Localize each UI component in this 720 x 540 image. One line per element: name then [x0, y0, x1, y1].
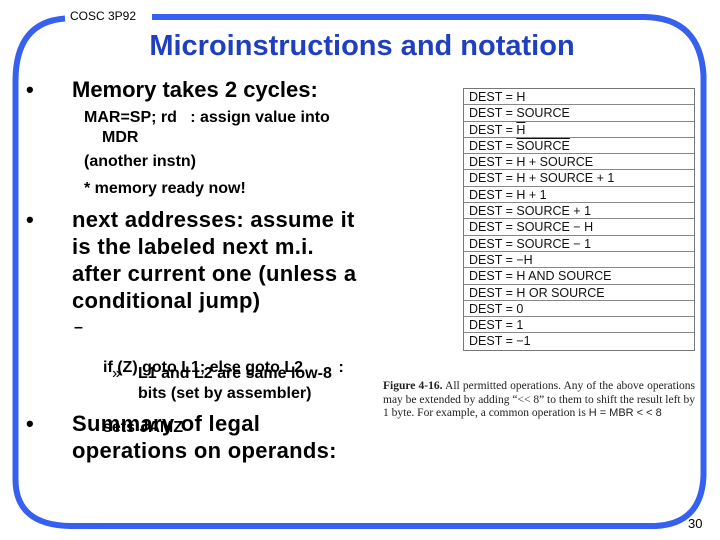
operation-row: DEST = SOURCE − H: [464, 219, 694, 236]
operation-dest: DEST =: [469, 301, 517, 316]
operation-expr: H + 1: [516, 187, 547, 202]
operation-expr: SOURCE − H: [516, 220, 594, 235]
operation-row: DEST = 0: [464, 301, 694, 318]
operation-dest: DEST =: [469, 236, 517, 251]
operation-dest: DEST =: [469, 318, 517, 333]
bullet-line: operations on operands:: [72, 438, 337, 463]
operation-dest: DEST =: [469, 269, 517, 284]
operation-expr: SOURCE + 1: [516, 204, 592, 219]
bullet-line: Summary of legal: [72, 411, 261, 436]
bullet-marker: •: [26, 207, 34, 232]
operation-row: DEST = 1: [464, 317, 694, 334]
operation-row: DEST = SOURCE − 1: [464, 236, 694, 252]
operation-row: DEST = H: [464, 89, 694, 106]
operation-row: DEST = −H: [464, 252, 694, 269]
sub-line: L1 and L2 are same low-8: [138, 365, 332, 382]
operation-expr: −1: [516, 334, 531, 349]
sub-item-text: L1 and L2 are same low-8 bits (set by as…: [138, 364, 332, 404]
operation-dest: DEST =: [469, 106, 517, 121]
operation-row: DEST = SOURCE: [464, 105, 694, 122]
operations-table: DEST = H DEST = SOURCE DEST = H DEST = SOUR…: [463, 88, 695, 351]
bullet-line: is the labeled next m.i.: [72, 234, 314, 259]
operation-dest: DEST =: [469, 334, 517, 349]
operation-row: DEST = H OR SOURCE: [464, 285, 694, 301]
operation-dest: DEST =: [469, 204, 517, 219]
operation-row: DEST = H + SOURCE + 1: [464, 170, 694, 187]
operation-dest: DEST =: [469, 122, 517, 137]
operation-expr: H + SOURCE: [516, 155, 594, 170]
sub-item-mar: MAR=SP; rd : assign value into MDR: [84, 108, 330, 148]
sub-item-another: (another instn): [84, 153, 196, 170]
page-number: 30: [688, 516, 703, 531]
sub-line: bits (set by assembler): [138, 385, 312, 402]
chevron-marker: »: [112, 365, 121, 382]
bullet-text: Summary of legal operations on operands:: [72, 410, 337, 464]
sub-line: MAR=SP; rd : assign value into: [84, 109, 330, 126]
sub-item-ready: * memory ready now!: [84, 180, 246, 197]
operation-row: DEST = H: [464, 122, 694, 138]
bullet-marker: •: [26, 77, 34, 102]
operation-dest: DEST =: [469, 90, 517, 104]
figure-caption: Figure 4-16. All permitted operations. A…: [383, 380, 695, 421]
operation-expr: H: [516, 90, 526, 104]
dash-marker: –: [74, 319, 83, 336]
operation-expr: H AND SOURCE: [516, 269, 612, 284]
operation-dest: DEST =: [469, 187, 517, 202]
bullet-text: next addresses: assume it is the labeled…: [72, 206, 356, 314]
bullet-text: Memory takes 2 cycles:: [72, 77, 318, 102]
operation-dest: DEST =: [469, 155, 517, 170]
caption-label: Figure 4-16.: [383, 380, 443, 392]
sub-line-text: MDR: [102, 129, 139, 146]
operation-row: DEST = SOURCE + 1: [464, 203, 694, 220]
operation-dest: DEST =: [469, 285, 517, 300]
bullet-line: conditional jump): [72, 288, 261, 313]
slide-title: Microinstructions and notation: [149, 30, 575, 62]
operation-row: DEST = SOURCE: [464, 138, 694, 155]
operation-expr: H: [516, 122, 526, 137]
operation-expr: SOURCE: [516, 106, 570, 121]
bullet-line: next addresses: assume it: [72, 207, 355, 232]
operation-expr: H + SOURCE + 1: [516, 171, 615, 186]
sub-line: MDR: [84, 128, 330, 148]
caption-example: H = MBR < < 8: [588, 407, 662, 419]
operation-dest: DEST =: [469, 138, 517, 153]
operation-row: DEST = H + 1: [464, 187, 694, 204]
operation-row: DEST = H + SOURCE: [464, 154, 694, 171]
operation-expr: −H: [516, 252, 533, 267]
operation-row: DEST = −1: [464, 333, 694, 349]
operation-expr: SOURCE: [516, 138, 570, 153]
operation-row: DEST = H AND SOURCE: [464, 268, 694, 285]
operation-expr: H OR SOURCE: [516, 285, 605, 300]
operation-dest: DEST =: [469, 171, 517, 186]
operation-expr: 0: [516, 301, 524, 316]
operation-dest: DEST =: [469, 252, 517, 267]
operation-expr: SOURCE − 1: [516, 236, 592, 251]
operation-dest: DEST =: [469, 220, 517, 235]
course-label: COSC 3P92: [70, 9, 137, 23]
bullet-marker: •: [26, 411, 34, 436]
bullet-line: after current one (unless a: [72, 261, 357, 286]
operation-expr: 1: [516, 318, 524, 333]
